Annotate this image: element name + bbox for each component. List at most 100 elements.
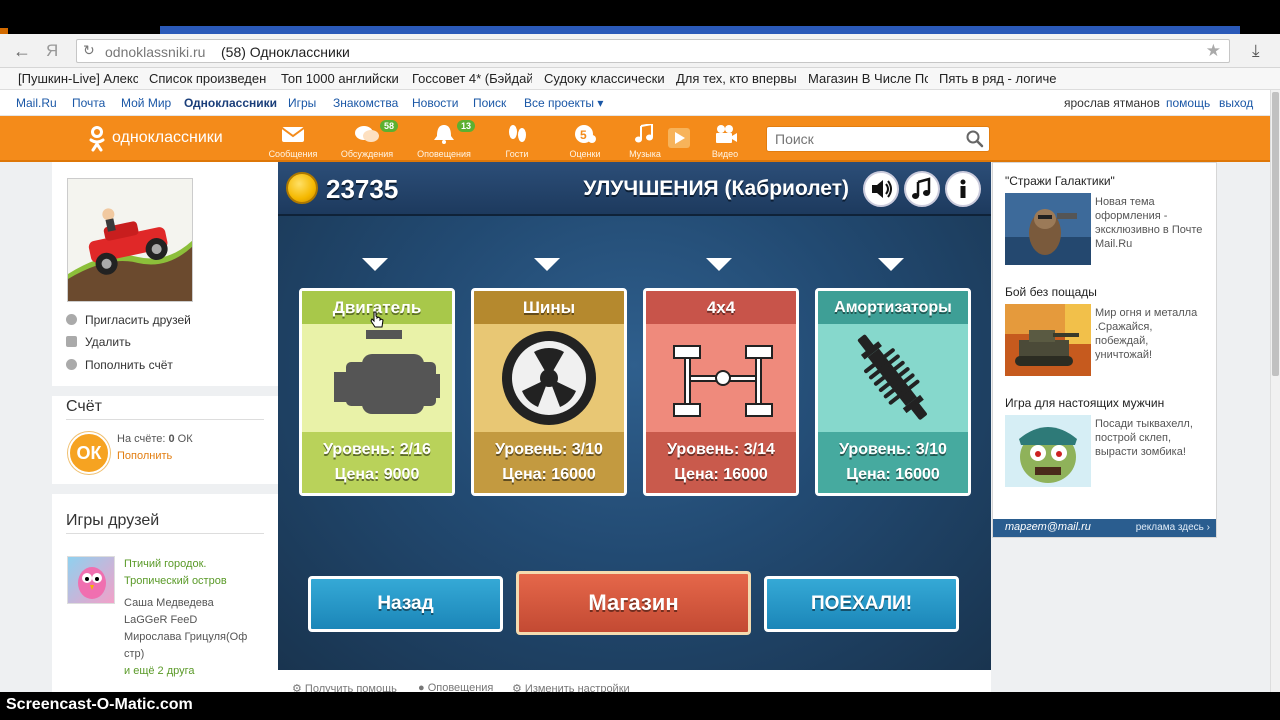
friend-game-name-line1[interactable]: Птичий городок. — [124, 558, 206, 570]
bookmark-item[interactable]: Список произведен — [149, 71, 269, 86]
mailru-portal-bar: Mail.Ru Почта Мой Мир Одноклассники Игры… — [0, 90, 1270, 116]
card-price: Цена: 16000 — [674, 466, 768, 483]
friend-name[interactable]: стр) — [124, 648, 144, 660]
invite-friends-label: Пригласить друзей — [85, 313, 191, 327]
portal-link-all-projects[interactable]: Все проекты ▾ — [524, 96, 603, 110]
portal-link-myworld[interactable]: Мой Мир — [121, 96, 171, 110]
go-button[interactable]: ПОЕХАЛИ! — [764, 576, 959, 632]
tire-icon — [474, 324, 624, 432]
bookmark-item[interactable]: Судоку классически — [544, 71, 664, 86]
ad-title[interactable]: Бой без пощады — [1005, 285, 1097, 299]
bookmark-item[interactable]: Для тех, кто впервы — [676, 71, 796, 86]
ad-image-zombie[interactable] — [1005, 415, 1091, 487]
nav-notifications[interactable]: 13 Оповещения — [409, 120, 479, 162]
footprints-icon — [509, 125, 526, 142]
scrollbar-thumb[interactable] — [1272, 92, 1279, 376]
nav-guests[interactable]: Гости — [482, 122, 552, 162]
info-icon[interactable] — [945, 171, 981, 207]
upgrade-card-4x4[interactable]: 4x4 Уровень: 3/14 Цена: 16000 — [643, 288, 799, 496]
upgrade-card-shocks[interactable]: Амортизаторы Уровень: 3/10 Цена: 16000 — [815, 288, 971, 496]
video-camera-icon — [716, 125, 737, 143]
nav-discussions[interactable]: 58 Обсуждения — [332, 120, 402, 162]
portal-link-mail[interactable]: Почта — [72, 96, 105, 110]
back-arrow-icon[interactable]: ← — [12, 41, 32, 61]
sound-icon[interactable] — [863, 171, 899, 207]
portal-link-news[interactable]: Новости — [412, 96, 458, 110]
balance-prefix: На счёте: — [117, 433, 169, 445]
friend-name[interactable]: Мирослава Грицуля(Оф — [124, 631, 247, 643]
url-page-title[interactable]: (58) Одноклассники — [221, 44, 350, 60]
ad-text[interactable]: Мир огня и металла .Сражайся, побеждай, … — [1095, 306, 1207, 362]
selected-arrow-icon — [706, 258, 732, 271]
play-icon[interactable] — [668, 128, 690, 148]
ad-image-tank[interactable] — [1005, 304, 1091, 376]
settings-icon — [66, 359, 77, 370]
drivetrain-icon — [646, 324, 796, 432]
topup-account-link[interactable]: Пополнить счёт — [66, 358, 173, 372]
back-button[interactable]: Назад — [308, 576, 503, 632]
ok-search-box[interactable] — [766, 126, 990, 152]
bookmark-star-icon[interactable]: ★ — [1206, 41, 1221, 61]
help-link[interactable]: помощь — [1166, 96, 1210, 110]
active-tab-strip[interactable] — [160, 26, 1240, 34]
bookmark-item[interactable]: Госсовет 4* (Бэйдай — [412, 71, 532, 86]
portal-link-mailru[interactable]: Mail.Ru — [16, 96, 57, 110]
discussions-badge: 58 — [380, 120, 399, 132]
ok-brand-name[interactable]: одноклассники — [112, 129, 223, 147]
friend-game-name-line2[interactable]: Тропический остров — [124, 575, 227, 587]
chat-bubbles-icon: 58 — [354, 120, 399, 144]
portal-link-dating[interactable]: Знакомства — [333, 96, 398, 110]
download-icon[interactable]: ⤓ — [1252, 41, 1260, 61]
invite-friends-link[interactable]: Пригласить друзей — [66, 313, 191, 327]
card-level: Уровень: 2/16 — [323, 441, 431, 458]
nav-label: Видео — [711, 149, 739, 159]
search-input[interactable] — [775, 131, 965, 147]
bookmark-item[interactable]: Пять в ряд - логиче — [939, 71, 1059, 86]
yandex-logo[interactable]: Я — [46, 41, 58, 61]
target-mailru-logo[interactable]: таргет@mail.ru — [1005, 521, 1091, 533]
bookmark-item[interactable]: Магазин В Числе Пс — [808, 71, 928, 86]
delete-link[interactable]: Удалить — [66, 335, 131, 349]
portal-link-search[interactable]: Поиск — [473, 96, 506, 110]
ad-title[interactable]: "Стражи Галактики" — [1005, 174, 1115, 188]
advertise-here-link[interactable]: реклама здесь › — [1136, 522, 1210, 533]
ad-title[interactable]: Игра для настоящих мужчин — [1005, 396, 1164, 410]
page-scrollbar[interactable] — [1270, 90, 1280, 692]
music-icon[interactable] — [904, 171, 940, 207]
ok-coin-icon: ОК — [68, 432, 110, 474]
ad-text[interactable]: Посади тыквахелл, построй склеп, вырасти… — [1095, 417, 1207, 459]
game-footer-links: ⚙ Получить помощь ● Оповещения ⚙ Изменит… — [278, 670, 991, 695]
ad-column: "Стражи Галактики" Новая тема оформления… — [992, 162, 1217, 538]
game-avatar[interactable] — [67, 178, 193, 302]
portal-link-games[interactable]: Игры — [288, 96, 316, 110]
more-friends-link[interactable]: и ещё 2 друга — [124, 665, 195, 677]
nav-label: Оповещения — [417, 149, 471, 159]
nav-messages[interactable]: Сообщения — [258, 122, 328, 162]
shop-button[interactable]: Магазин — [516, 571, 751, 635]
ad-text[interactable]: Новая тема оформления - эксклюзивно в По… — [1095, 195, 1207, 251]
card-price: Цена: 9000 — [334, 466, 420, 483]
bookmark-item[interactable]: [Пушкин-Live] Алекс — [18, 71, 138, 86]
search-icon[interactable] — [965, 129, 985, 149]
shock-absorber-icon — [818, 324, 968, 432]
logout-link[interactable]: выход — [1219, 96, 1253, 110]
friends-games-title: Игры друзей — [66, 512, 160, 529]
topup-link[interactable]: Пополнить — [117, 450, 172, 462]
user-name-link[interactable]: ярослав ятманов — [1064, 96, 1160, 110]
game-frame[interactable]: 23735 УЛУЧШЕНИЯ (Кабриолет) Двигатель Ур… — [278, 162, 991, 670]
ok-logo-icon[interactable] — [88, 126, 106, 152]
upgrade-card-tires[interactable]: Шины Уровень: 3/10 Цена: 16000 — [471, 288, 627, 496]
engine-icon — [302, 324, 452, 432]
ad-image-raccoon[interactable] — [1005, 193, 1091, 265]
friend-name[interactable]: LaGGeR FeeD — [124, 614, 197, 626]
reload-icon[interactable]: ↻ — [83, 42, 95, 59]
friend-name[interactable]: Саша Медведева — [124, 597, 214, 609]
portal-link-odnoklassniki[interactable]: Одноклассники — [184, 96, 277, 110]
gold-coin-icon — [286, 172, 318, 204]
nav-video[interactable]: Видео — [690, 122, 760, 162]
bookmark-item[interactable]: Топ 1000 английски — [281, 71, 401, 86]
nav-label: Гости — [505, 149, 529, 159]
url-domain[interactable]: odnoklassniki.ru — [105, 44, 205, 60]
game-thumbnail[interactable] — [67, 556, 115, 604]
address-bar[interactable]: ↻ odnoklassniki.ru (58) Одноклассники ★ — [76, 39, 1230, 63]
